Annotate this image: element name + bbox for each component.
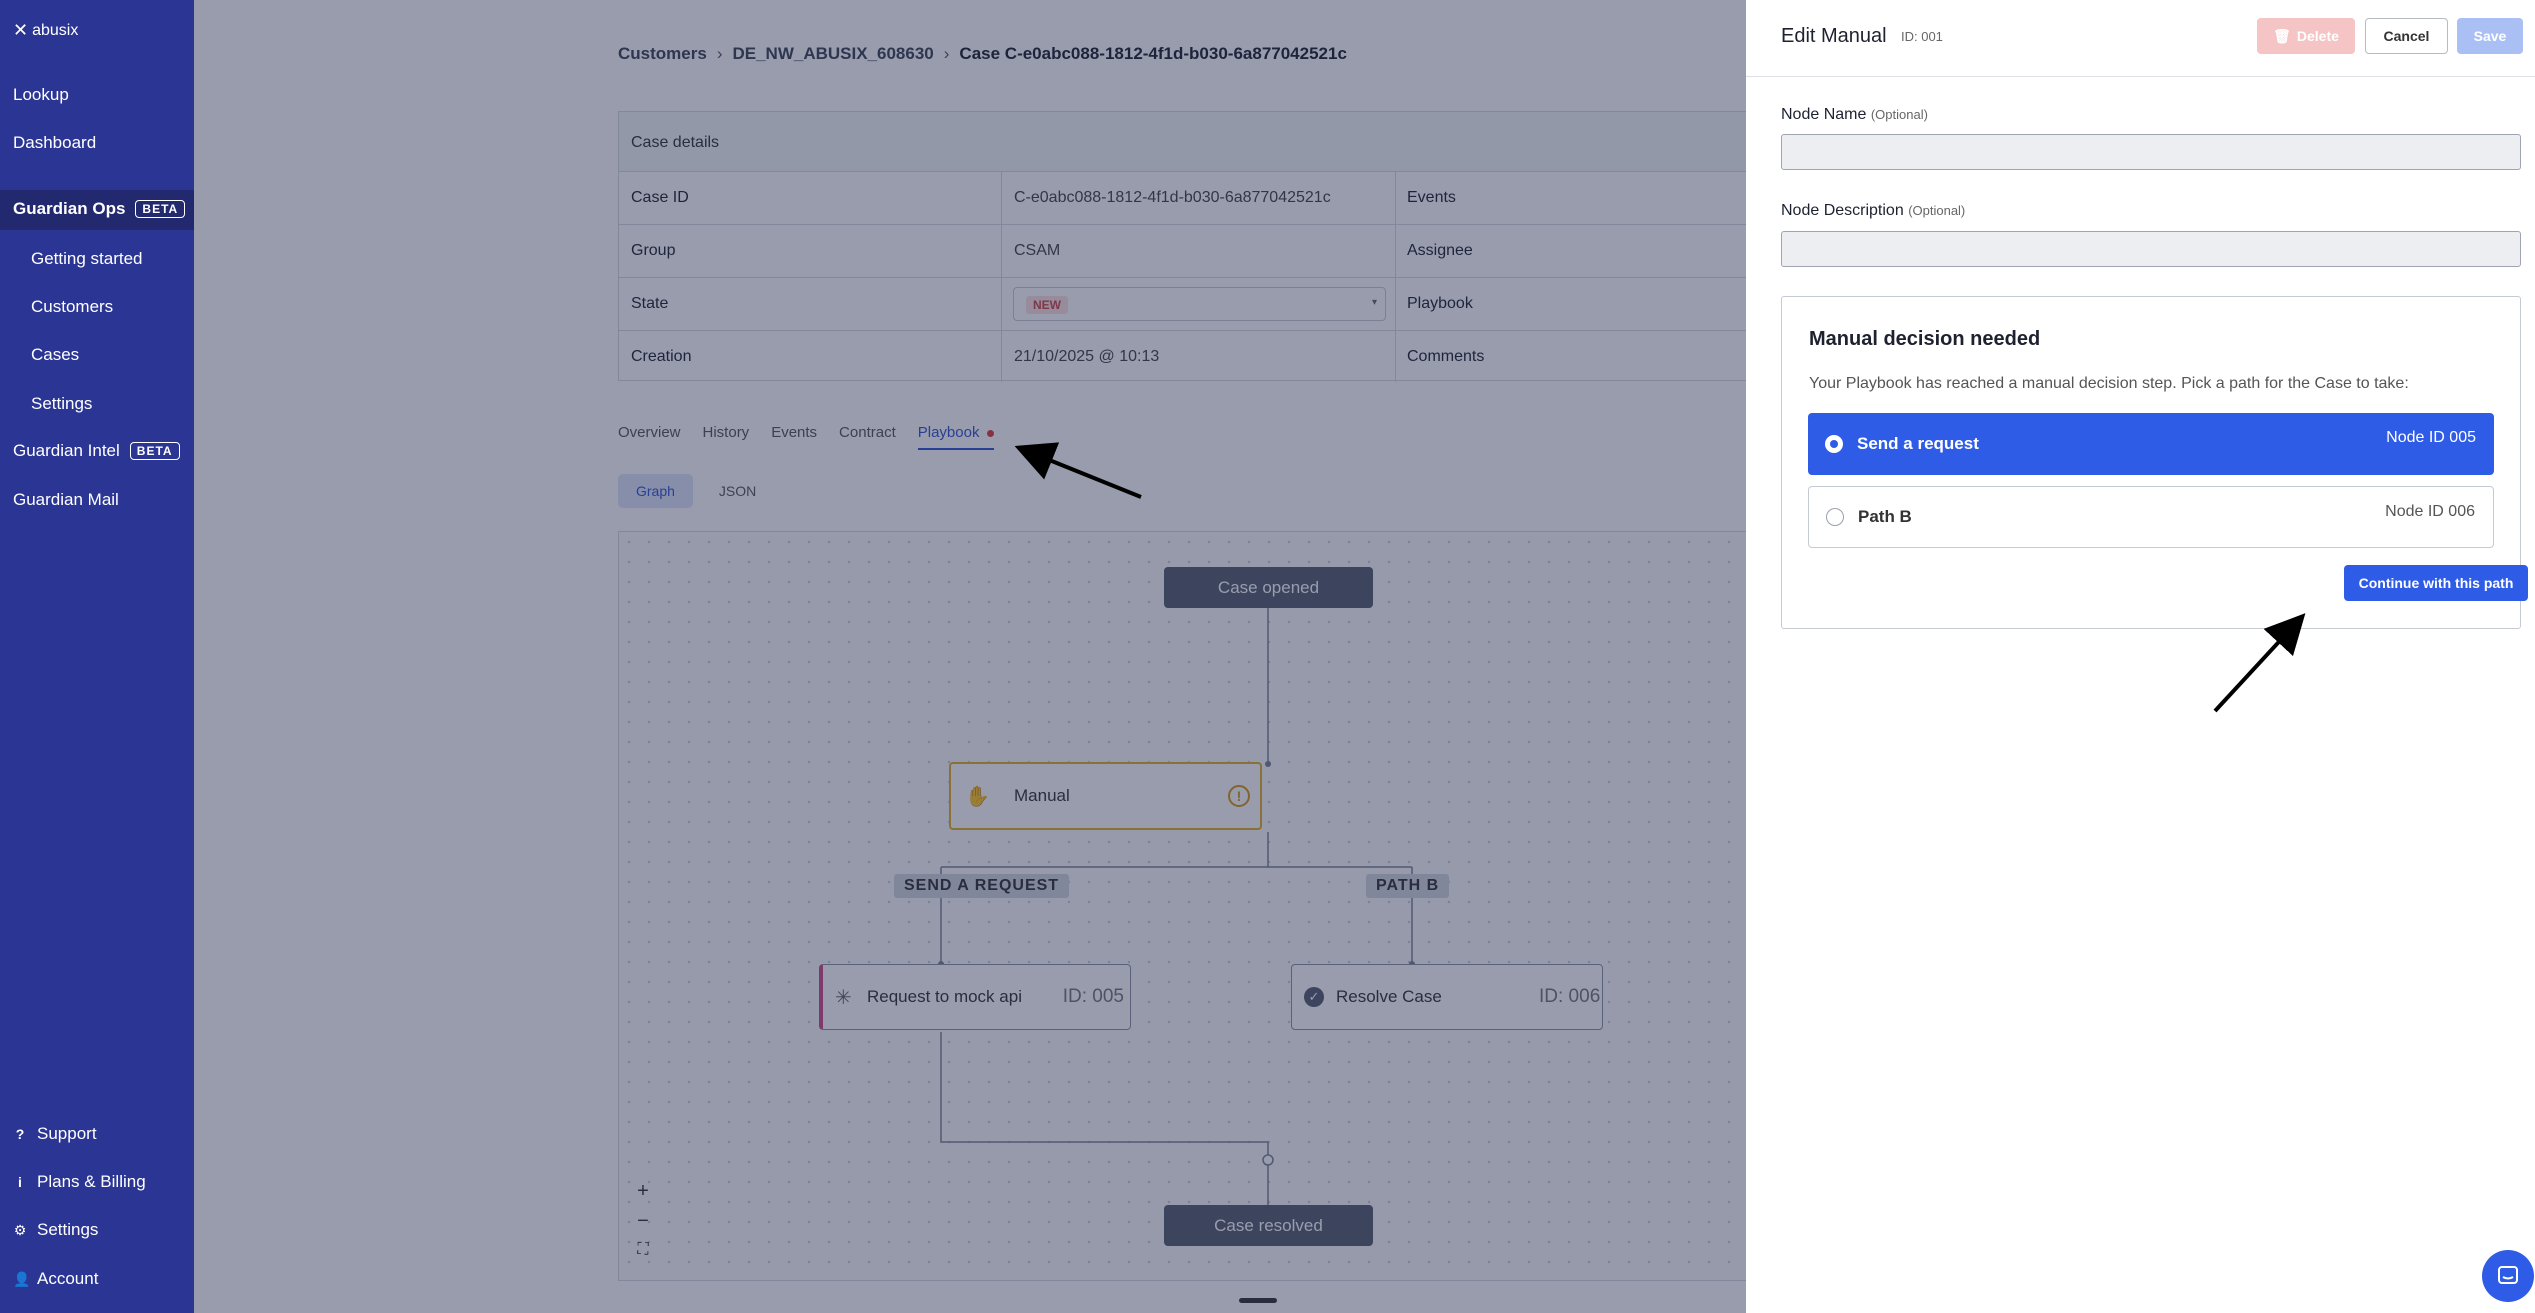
sidebar: ✕ abusix Lookup Dashboard Guardian Ops B… — [0, 0, 194, 1313]
option-node-id: Node ID 005 — [2386, 429, 2476, 446]
sidebar-item-label: Lookup — [13, 85, 69, 104]
info-icon: i — [18, 1174, 22, 1190]
sidebar-item-label: Customers — [31, 297, 114, 316]
cancel-button[interactable]: Cancel — [2365, 18, 2448, 54]
support-chat-button[interactable] — [2482, 1250, 2534, 1302]
trash-icon: 🗑 — [2273, 27, 2291, 44]
sidebar-item-label: Settings — [37, 1220, 99, 1239]
option-label: Send a request — [1857, 434, 1979, 453]
logo-text: abusix — [32, 21, 79, 39]
sidebar-item-getting-started[interactable]: Getting started — [31, 249, 143, 269]
sidebar-item-label: Guardian Ops — [13, 199, 126, 218]
decision-description: Your Playbook has reached a manual decis… — [1809, 375, 2409, 392]
sidebar-item-label: Guardian Intel — [13, 441, 120, 460]
sidebar-item-label: Dashboard — [13, 133, 97, 152]
sidebar-item-label: Guardian Mail — [13, 490, 119, 509]
question-icon: ? — [15, 1126, 25, 1142]
sidebar-item-plans-billing[interactable]: i Plans & Billing — [13, 1172, 146, 1192]
sidebar-item-guardian-mail[interactable]: Guardian Mail — [13, 490, 119, 510]
node-description-input[interactable] — [1781, 231, 2521, 267]
beta-badge: BETA — [129, 442, 180, 460]
sidebar-item-label: Account — [37, 1269, 99, 1288]
label-text: Node Name — [1781, 106, 1867, 123]
sidebar-item-lookup[interactable]: Lookup — [13, 85, 69, 105]
option-node-id: Node ID 006 — [2385, 503, 2475, 520]
sidebar-item-cases[interactable]: Cases — [31, 345, 79, 365]
sidebar-item-label: Cases — [31, 345, 80, 364]
user-icon: 👤 — [13, 1270, 31, 1287]
button-label: Delete — [2296, 28, 2339, 44]
sidebar-item-label: Getting started — [31, 249, 143, 268]
sidebar-item-dashboard[interactable]: Dashboard — [13, 133, 96, 153]
logo[interactable]: ✕ abusix — [13, 20, 78, 41]
sidebar-item-guardian-intel[interactable]: Guardian Intel BETA — [13, 441, 180, 461]
node-name-label: Node Name (Optional) — [1781, 106, 1928, 124]
radio-unselected-icon[interactable] — [1826, 508, 1844, 526]
optional-hint: (Optional) — [1870, 107, 1928, 122]
sidebar-item-label: Settings — [31, 394, 93, 413]
save-button[interactable]: Save — [2457, 18, 2523, 54]
sidebar-item-settings[interactable]: Settings — [31, 394, 92, 414]
radio-selected-icon[interactable] — [1825, 435, 1843, 453]
sidebar-item-account-settings[interactable]: ⚙ Settings — [13, 1220, 99, 1240]
sidebar-item-label: Support — [37, 1124, 97, 1143]
node-name-input[interactable] — [1781, 134, 2521, 170]
path-option-path-b[interactable]: Path B Node ID 006 — [1808, 486, 2494, 548]
sidebar-item-guardian-ops[interactable]: Guardian Ops BETA — [13, 199, 186, 219]
abusix-logo-icon: ✕ — [13, 20, 29, 40]
option-label: Path B — [1858, 507, 1912, 526]
path-option-send-request[interactable]: Send a request Node ID 005 — [1808, 413, 2494, 475]
edit-manual-panel: Edit Manual ID: 001 🗑 Delete Cancel Save… — [1746, 0, 2535, 1313]
manual-decision-box: Manual decision needed Your Playbook has… — [1781, 296, 2528, 629]
modal-backdrop[interactable] — [194, 0, 1746, 1313]
panel-node-id: ID: 001 — [1901, 29, 1943, 44]
sidebar-item-account[interactable]: 👤 Account — [13, 1269, 98, 1289]
label-text: Node Description — [1781, 202, 1904, 219]
delete-button[interactable]: 🗑 Delete — [2257, 18, 2355, 54]
continue-button[interactable]: Continue with this path — [2344, 565, 2528, 601]
panel-header: Edit Manual ID: 001 🗑 Delete Cancel Save — [1746, 0, 2535, 77]
sidebar-item-support[interactable]: ? Support — [13, 1124, 97, 1144]
gear-icon: ⚙ — [13, 1221, 27, 1238]
optional-hint: (Optional) — [1908, 203, 1966, 218]
decision-title: Manual decision needed — [1809, 328, 2041, 350]
panel-title: Edit Manual — [1781, 25, 1887, 47]
node-description-label: Node Description (Optional) — [1781, 202, 1965, 220]
sidebar-item-label: Plans & Billing — [37, 1172, 146, 1191]
chat-icon — [2498, 1266, 2518, 1284]
beta-badge: BETA — [135, 200, 186, 218]
sidebar-item-customers[interactable]: Customers — [31, 297, 113, 317]
